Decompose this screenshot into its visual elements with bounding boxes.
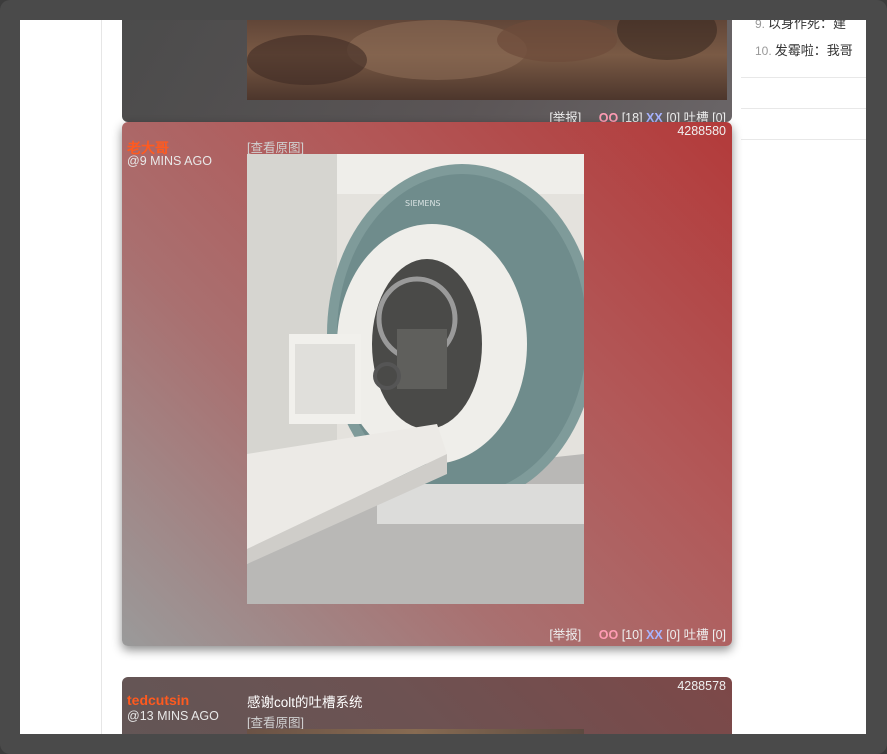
- vote-up-count: [18]: [621, 111, 643, 122]
- tucao-count: [0]: [712, 628, 726, 642]
- brand-text: SIEMENS: [405, 199, 441, 208]
- sidebar-divider: [741, 108, 866, 109]
- sidebar-divider: [741, 139, 866, 140]
- rank-title[interactable]: 以身作死：建: [768, 20, 846, 31]
- post-time: @13 MINS AGO: [127, 709, 219, 723]
- page-viewport: 9. 以身作死：建 10. 发霉啦：我哥 [举报] OO [18] XX [0]…: [20, 20, 866, 734]
- vote-down-button[interactable]: XX: [646, 111, 663, 122]
- rank-number: 10.: [755, 44, 772, 58]
- tucao-button[interactable]: 吐槽: [684, 111, 709, 122]
- vote-up-count: [10]: [621, 628, 643, 642]
- vote-down-count: [0]: [666, 628, 681, 642]
- vote-down-button[interactable]: XX: [646, 628, 663, 642]
- comment-post: 老大哥 @9 MINS AGO 4288580 [查看原图] SIEMENS […: [122, 122, 732, 646]
- window-frame: 9. 以身作死：建 10. 发霉啦：我哥 [举报] OO [18] XX [0]…: [0, 0, 887, 754]
- author-name[interactable]: tedcutsin: [127, 692, 189, 708]
- mri-scanner-photo: SIEMENS: [247, 154, 584, 604]
- report-link[interactable]: [举报]: [549, 111, 581, 122]
- rank-number: 9.: [755, 20, 766, 31]
- comment-post: [举报] OO [18] XX [0] 吐槽 [0]: [122, 20, 732, 122]
- post-time: @9 MINS AGO: [127, 154, 212, 168]
- sidebar-rank-item[interactable]: 10. 发霉啦：我哥: [755, 40, 853, 59]
- post-footer: [举报] OO [10] XX [0] 吐槽 [0]: [549, 624, 726, 643]
- post-id[interactable]: 4288580: [677, 124, 726, 138]
- post-id[interactable]: 4288578: [677, 679, 726, 693]
- comment-post: tedcutsin @13 MINS AGO 4288578 感谢colt的吐槽…: [122, 677, 732, 734]
- post-image[interactable]: [247, 729, 584, 734]
- report-link[interactable]: [举报]: [549, 628, 581, 642]
- sidebar-divider: [741, 77, 866, 78]
- post-text: 感谢colt的吐槽系统: [247, 695, 363, 710]
- sidebar-rank-item[interactable]: 9. 以身作死：建: [755, 20, 846, 32]
- dirt-photo: [247, 20, 717, 85]
- vote-down-count: [0]: [666, 111, 681, 122]
- sidebar: 9. 以身作死：建 10. 发霉啦：我哥: [741, 20, 866, 734]
- post-image[interactable]: [247, 20, 727, 100]
- rank-title[interactable]: 发霉啦：我哥: [775, 43, 853, 58]
- post-image[interactable]: SIEMENS: [247, 154, 584, 604]
- tucao-count: [0]: [712, 111, 726, 122]
- tucao-button[interactable]: 吐槽: [684, 628, 709, 642]
- vote-up-button[interactable]: OO: [599, 111, 618, 122]
- post-footer: [举报] OO [18] XX [0] 吐槽 [0]: [549, 107, 726, 122]
- vote-up-button[interactable]: OO: [599, 628, 618, 642]
